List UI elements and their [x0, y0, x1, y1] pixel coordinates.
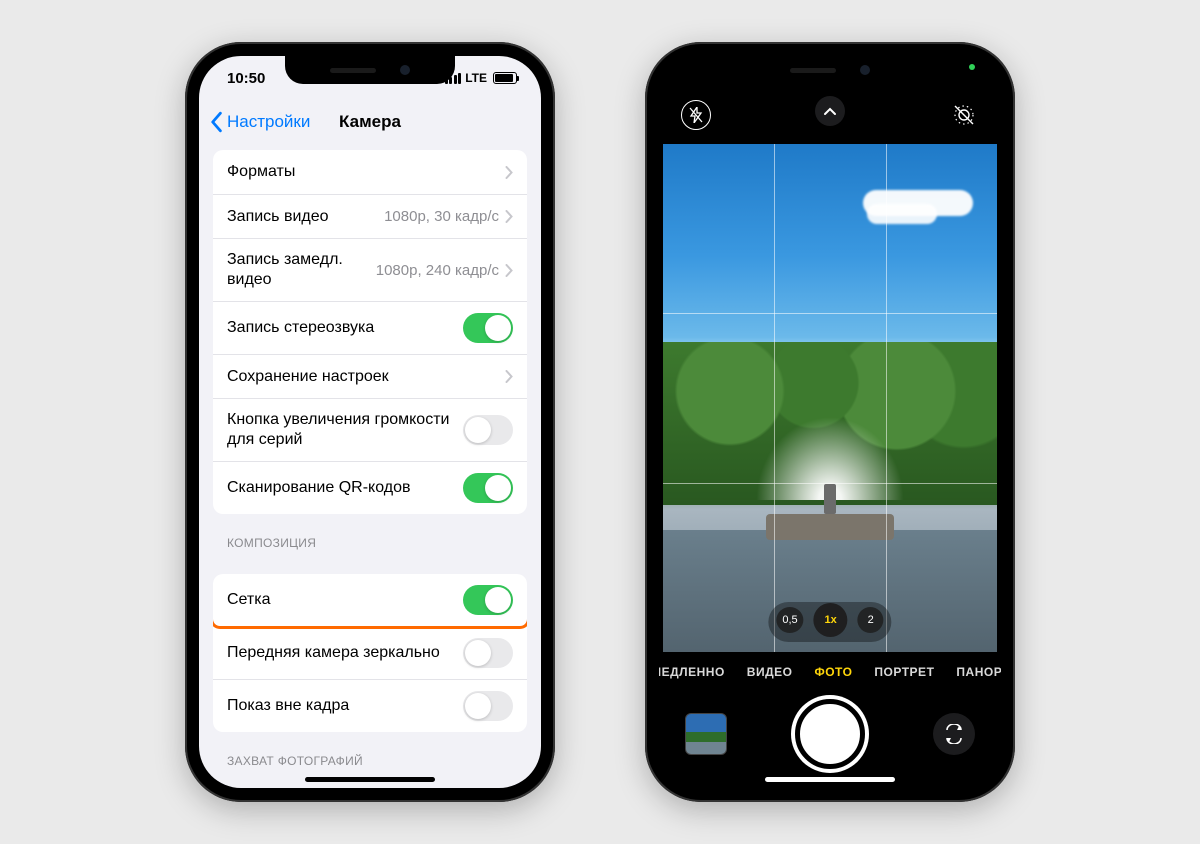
- camera-controls: [659, 692, 1001, 788]
- settings-row[interactable]: Передняя камера зеркально: [213, 626, 527, 679]
- zoom-option[interactable]: 0,5: [776, 607, 803, 633]
- settings-row[interactable]: Запись замедл. видео1080p, 240 кадр/с: [213, 238, 527, 301]
- toggle-switch[interactable]: [463, 313, 513, 343]
- settings-row[interactable]: Кнопка увеличения громкости для серий: [213, 398, 527, 461]
- chevron-right-icon: [505, 370, 513, 383]
- camera-mode[interactable]: ПОРТРЕТ: [874, 665, 934, 679]
- switch-camera-button[interactable]: [933, 713, 975, 755]
- flash-off-icon: [689, 107, 703, 123]
- camera-mode[interactable]: ПАНОР: [956, 665, 1001, 679]
- settings-row[interactable]: Запись стереозвука: [213, 301, 527, 354]
- toggle-switch[interactable]: [463, 638, 513, 668]
- settings-content[interactable]: ФорматыЗапись видео1080p, 30 кадр/сЗапис…: [199, 144, 541, 788]
- settings-group-general: ФорматыЗапись видео1080p, 30 кадр/сЗапис…: [213, 150, 527, 514]
- notch: [285, 56, 455, 84]
- nav-bar: Настройки Камера: [199, 100, 541, 144]
- toggle-switch[interactable]: [463, 585, 513, 615]
- zoom-option[interactable]: 2: [858, 607, 884, 633]
- section-header-capture: ЗАХВАТ ФОТОГРАФИЙ: [213, 732, 527, 774]
- carrier-label: LTE: [465, 71, 487, 85]
- back-button[interactable]: Настройки: [209, 111, 310, 133]
- battery-icon: [493, 72, 517, 84]
- row-label: Запись видео: [227, 207, 384, 227]
- grid-line: [663, 483, 997, 484]
- grid-line: [886, 144, 887, 652]
- chevron-right-icon: [505, 166, 513, 179]
- toggle-switch[interactable]: [463, 415, 513, 445]
- notch: [745, 56, 915, 84]
- settings-row[interactable]: Сохранение настроек: [213, 354, 527, 398]
- row-label: Запись стереозвука: [227, 318, 463, 338]
- row-label: Передняя камера зеркально: [227, 643, 463, 663]
- row-value: 1080p, 240 кадр/с: [376, 262, 499, 279]
- live-photo-off-icon: [951, 102, 977, 128]
- row-label: Сохранение настроек: [227, 367, 505, 387]
- row-value: 1080p, 30 кадр/с: [384, 208, 499, 225]
- chevron-left-icon: [209, 111, 223, 133]
- row-label: Сканирование QR-кодов: [227, 478, 463, 498]
- last-photo-thumbnail[interactable]: [685, 713, 727, 755]
- row-label: Запись замедл. видео: [227, 250, 376, 290]
- settings-row[interactable]: Форматы: [213, 150, 527, 194]
- switch-camera-icon: [943, 724, 965, 744]
- zoom-selector: 0,5 1x 2: [768, 602, 891, 642]
- settings-row[interactable]: Запись видео1080p, 30 кадр/с: [213, 194, 527, 238]
- chevron-up-icon: [823, 107, 837, 116]
- grid-line: [663, 313, 997, 314]
- shutter-button[interactable]: [795, 699, 865, 769]
- back-label: Настройки: [227, 112, 310, 132]
- iphone-mockup-settings: 10:50 LTE Настройки Камера Форматы Запись…: [185, 42, 555, 802]
- row-label: Сетка: [227, 590, 463, 610]
- settings-group-composition: Сетка Передняя камера зеркально Показ вне …: [213, 574, 527, 732]
- zoom-option[interactable]: 1x: [814, 603, 848, 637]
- camera-mode[interactable]: ФОТО: [814, 665, 852, 679]
- camera-mode[interactable]: ВИДЕО: [747, 665, 793, 679]
- grid-line: [774, 144, 775, 652]
- iphone-mockup-camera: 0,5 1x 2 ІЕДЛЕННО ВИДЕО ФОТО ПОРТРЕТ ПАНОР: [645, 42, 1015, 802]
- camera-viewfinder[interactable]: 0,5 1x 2: [663, 144, 997, 652]
- flash-button[interactable]: [681, 100, 711, 130]
- status-time: 10:50: [227, 70, 265, 87]
- chevron-right-icon: [505, 264, 513, 277]
- settings-row[interactable]: Сетка: [213, 574, 527, 629]
- camera-mode[interactable]: ІЕДЛЕННО: [659, 665, 725, 679]
- home-indicator[interactable]: [765, 777, 895, 782]
- settings-row[interactable]: Показ вне кадра: [213, 679, 527, 732]
- live-photo-button[interactable]: [949, 100, 979, 130]
- toggle-switch[interactable]: [463, 691, 513, 721]
- chevron-right-icon: [505, 210, 513, 223]
- toggle-switch[interactable]: [463, 473, 513, 503]
- row-label: Форматы: [227, 162, 505, 182]
- camera-options-expand[interactable]: [815, 96, 845, 126]
- camera-mode-row[interactable]: ІЕДЛЕННО ВИДЕО ФОТО ПОРТРЕТ ПАНОР: [659, 652, 1001, 692]
- row-label: Показ вне кадра: [227, 696, 463, 716]
- row-label: Кнопка увеличения громкости для серий: [227, 410, 463, 450]
- home-indicator[interactable]: [305, 777, 435, 782]
- section-header-composition: КОМПОЗИЦИЯ: [213, 514, 527, 556]
- settings-row[interactable]: Сканирование QR-кодов: [213, 461, 527, 514]
